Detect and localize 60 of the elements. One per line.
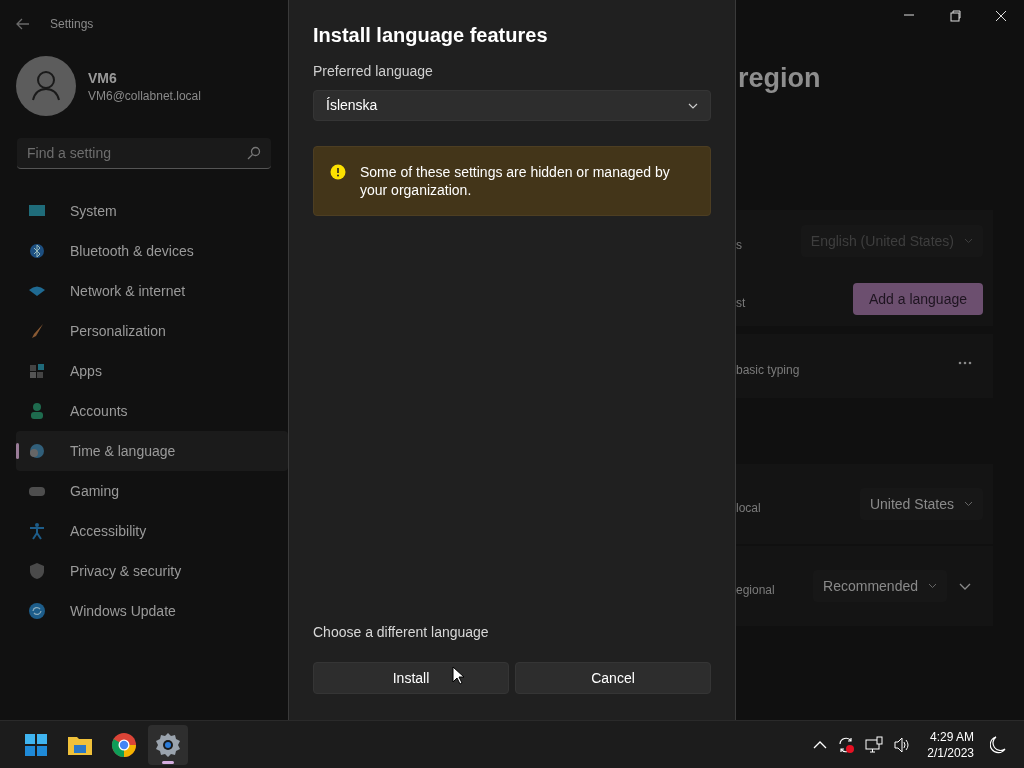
expand-icon[interactable] [959, 582, 971, 590]
page-title: region [738, 62, 822, 94]
nav-icon [28, 562, 46, 580]
nav-item[interactable]: Apps [16, 351, 288, 391]
nav-item[interactable]: Accounts [16, 391, 288, 431]
nav-item[interactable]: Windows Update [16, 591, 288, 631]
nav-item[interactable]: System [16, 191, 288, 231]
avatar-icon [16, 56, 76, 116]
start-icon [23, 731, 49, 758]
back-icon[interactable] [16, 18, 30, 30]
moon-icon[interactable] [990, 735, 1006, 754]
warning-icon [330, 164, 346, 180]
nav-item[interactable]: Network & internet [16, 271, 288, 311]
nav-item[interactable]: Time & language [16, 431, 288, 471]
warning-text: Some of these settings are hidden or managed by your organization. [360, 163, 671, 199]
restore-icon[interactable] [949, 10, 961, 22]
app-title: Settings [50, 16, 94, 33]
user-name: VM6 [88, 69, 118, 88]
nav-icon [28, 442, 46, 460]
nav-item[interactable]: Gaming [16, 471, 288, 511]
clock[interactable]: 4:29 AM 2/1/2023 [921, 728, 980, 761]
chevron-down-icon [928, 583, 937, 589]
chevron-down-icon [964, 238, 973, 244]
nav-item[interactable]: Bluetooth & devices [16, 231, 288, 271]
gear-icon [155, 731, 181, 758]
nav-icon [28, 602, 46, 620]
taskbar-app[interactable] [148, 724, 188, 765]
nav-icon [28, 522, 46, 540]
nav-item[interactable]: Privacy & security [16, 551, 288, 591]
close-icon[interactable] [995, 10, 1007, 22]
chevron-down-icon [688, 102, 698, 109]
volume-icon[interactable] [893, 735, 912, 754]
cancel-button[interactable]: Cancel [515, 662, 711, 694]
sync-icon[interactable] [837, 735, 856, 754]
setting-label: egional [736, 582, 775, 599]
setting-label: s [736, 237, 742, 254]
chevron-up-icon[interactable] [813, 740, 828, 749]
different-language-link[interactable]: Choose a different language [313, 622, 489, 643]
setting-label: basic typing [736, 362, 800, 379]
dialog-title: Install language features [313, 23, 549, 48]
setting-label: st [736, 295, 746, 312]
language-dropdown[interactable]: Íslenska [313, 90, 711, 121]
selection-indicator [16, 443, 19, 459]
search-icon[interactable] [247, 146, 261, 160]
search-field[interactable]: Find a setting [17, 138, 271, 169]
chevron-down-icon [964, 501, 973, 507]
nav-icon [28, 362, 46, 380]
nav-item[interactable]: Personalization [16, 311, 288, 351]
cursor-icon [452, 666, 464, 685]
browser-icon [111, 731, 137, 758]
install-button[interactable]: Install [313, 662, 509, 694]
more-icon[interactable] [958, 361, 972, 365]
nav-item[interactable]: Accessibility [16, 511, 288, 551]
nav-icon [28, 402, 46, 420]
nav-icon [28, 242, 46, 260]
running-indicator [162, 760, 174, 764]
setting-label: local [736, 500, 761, 517]
user-email: VM6@collabnet.local [88, 88, 201, 104]
network-icon[interactable] [865, 735, 884, 754]
field-label: Preferred language [313, 62, 434, 81]
